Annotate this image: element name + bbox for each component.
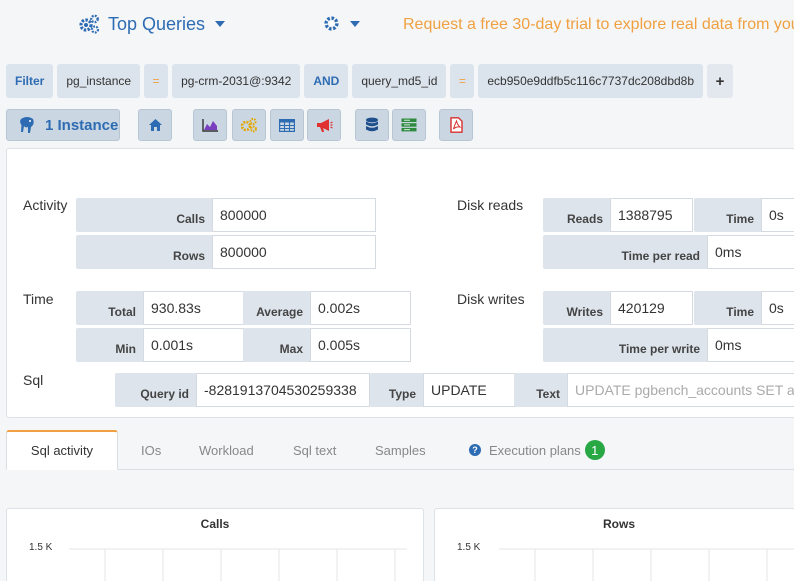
detail-tabs: Sql activity IOs Workload Sql text Sampl…	[6, 430, 794, 470]
time-per-write-label: Time per write	[543, 328, 708, 362]
chart-title: Calls	[200, 517, 230, 531]
filter-bar: Filter pg_instance = pg-crm-2031@:9342 A…	[6, 64, 737, 98]
cogs-icon	[79, 14, 100, 34]
tab-workload[interactable]: Workload	[199, 430, 254, 470]
rows-label: Rows	[76, 235, 213, 269]
time-per-write-value: 0ms	[707, 328, 794, 362]
chevron-down-icon	[215, 21, 226, 27]
add-filter-button[interactable]: +	[707, 64, 734, 98]
page-title: Top Queries	[108, 13, 206, 34]
query-type-label: Type	[370, 373, 424, 407]
reads-label: Reads	[543, 198, 611, 232]
chevron-down-icon	[350, 20, 360, 27]
cogs-icon	[240, 117, 257, 133]
chart-title: Rows	[602, 517, 635, 531]
time-section-label: Time	[23, 291, 54, 307]
writes-value: 420129	[610, 291, 693, 325]
calls-label: Calls	[76, 198, 213, 232]
database-button[interactable]	[355, 109, 389, 141]
question-circle-icon: ?	[469, 444, 481, 456]
y-tick-label: 1.5 K	[29, 542, 53, 553]
reads-value: 1388795	[610, 198, 693, 232]
toolbar: 1 Instance	[6, 109, 794, 141]
total-time-value: 930.83s	[143, 291, 244, 325]
query-detail-panel: Activity Calls 800000 Rows 800000 Time T…	[6, 148, 794, 418]
tab-execution-plans-label: Execution plans	[489, 442, 581, 458]
database-icon	[366, 117, 378, 132]
rows-chart: Rows 1.5 K	[434, 508, 794, 581]
max-time-value: 0.005s	[310, 328, 411, 362]
pdf-export-button[interactable]	[439, 109, 473, 141]
workload-button[interactable]	[232, 109, 266, 141]
calls-value: 800000	[212, 198, 376, 232]
max-time-label: Max	[243, 328, 311, 362]
write-time-value: 0s	[761, 291, 794, 325]
tab-samples[interactable]: Samples	[375, 430, 426, 470]
query-type-value: UPDATE	[423, 373, 515, 407]
query-id-label: Query id	[115, 373, 197, 407]
disk-writes-section-label: Disk writes	[457, 291, 525, 307]
sql-section-label: Sql	[23, 372, 44, 388]
query-text-label: Text	[514, 373, 568, 407]
filter-and[interactable]: AND	[304, 64, 349, 98]
y-tick-label: 1.5 K	[457, 542, 481, 553]
min-time-label: Min	[76, 328, 144, 362]
filter-field-instance[interactable]: pg_instance	[57, 64, 141, 98]
execution-plans-count-badge: 1	[584, 440, 605, 460]
area-chart-icon	[201, 119, 218, 132]
instance-button[interactable]: 1 Instance	[6, 109, 120, 141]
filter-operator[interactable]: =	[144, 64, 169, 98]
top-bar: Top Queries Request a free 30-day trial …	[0, 0, 794, 50]
tab-ios[interactable]: IOs	[141, 430, 161, 470]
read-time-value: 0s	[761, 198, 794, 232]
total-time-label: Total	[76, 291, 144, 325]
activity-chart-button[interactable]	[193, 109, 227, 141]
server-button[interactable]	[392, 109, 426, 141]
home-button[interactable]	[138, 109, 172, 141]
calls-chart: Calls 1.5 K	[6, 508, 424, 581]
rows-value: 800000	[212, 235, 376, 269]
min-time-value: 0.001s	[143, 328, 244, 362]
page-title-menu[interactable]: Top Queries	[78, 13, 226, 35]
tab-sql-activity[interactable]: Sql activity	[6, 430, 118, 470]
server-icon	[401, 118, 417, 132]
settings-menu[interactable]	[323, 15, 360, 32]
time-per-read-value: 0ms	[707, 235, 794, 269]
filter-label: Filter	[6, 64, 54, 98]
megaphone-icon	[316, 118, 333, 132]
filter-value-instance[interactable]: pg-crm-2031@:9342	[172, 64, 301, 98]
gear-icon	[324, 16, 339, 31]
tab-sql-text[interactable]: Sql text	[293, 430, 336, 470]
time-per-read-label: Time per read	[543, 235, 708, 269]
instance-label: 1 Instance	[45, 116, 119, 134]
elephant-icon	[20, 117, 34, 133]
filter-field-query[interactable]: query_md5_id	[352, 64, 447, 98]
filter-value-query[interactable]: ecb950e9ddfb5c116c7737dc208dbd8b	[478, 64, 704, 98]
activity-section-label: Activity	[23, 197, 68, 213]
disk-reads-section-label: Disk reads	[457, 197, 524, 213]
average-time-label: Average	[243, 291, 311, 325]
trial-promo-link[interactable]: Request a free 30-day trial to explore r…	[403, 16, 794, 34]
write-time-label: Time	[694, 291, 762, 325]
writes-label: Writes	[543, 291, 611, 325]
table-icon	[279, 118, 295, 132]
read-time-label: Time	[694, 198, 762, 232]
table-button[interactable]	[270, 109, 304, 141]
query-text-value: UPDATE pgbench_accounts SET ab	[567, 373, 794, 407]
home-icon	[148, 119, 162, 131]
alerts-button[interactable]	[307, 109, 341, 141]
filter-operator[interactable]: =	[450, 64, 475, 98]
query-id-value: -8281913704530259338	[196, 373, 370, 407]
average-time-value: 0.002s	[310, 291, 411, 325]
pdf-icon	[449, 117, 463, 133]
tab-execution-plans[interactable]: ? Execution plans 1	[469, 430, 605, 470]
